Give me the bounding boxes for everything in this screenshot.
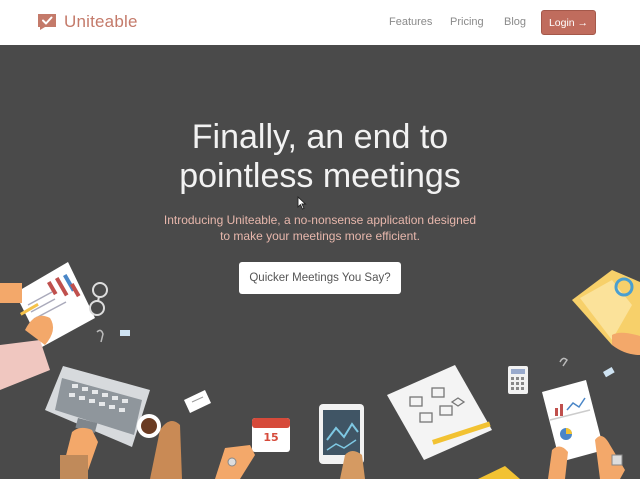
desk-illustration: 15 <box>0 262 640 479</box>
hand-pointing-calendar-illustration <box>215 445 255 479</box>
coffee-cup-illustration <box>137 414 161 438</box>
eyeglasses-illustration <box>89 282 108 316</box>
eraser-icon <box>120 330 130 336</box>
folder-illustration <box>572 270 640 355</box>
laptop-illustration <box>45 366 150 447</box>
business-card-illustration <box>184 390 211 413</box>
calculator-illustration <box>508 366 528 394</box>
calendar-day: 15 <box>263 431 278 444</box>
paperclip-2-icon <box>559 357 568 367</box>
eraser-2-icon <box>603 367 615 378</box>
flowchart-document-illustration <box>387 365 520 479</box>
report-document-illustration <box>542 380 604 462</box>
paperclip-icon <box>96 329 104 343</box>
chart-document-illustration <box>15 262 95 347</box>
